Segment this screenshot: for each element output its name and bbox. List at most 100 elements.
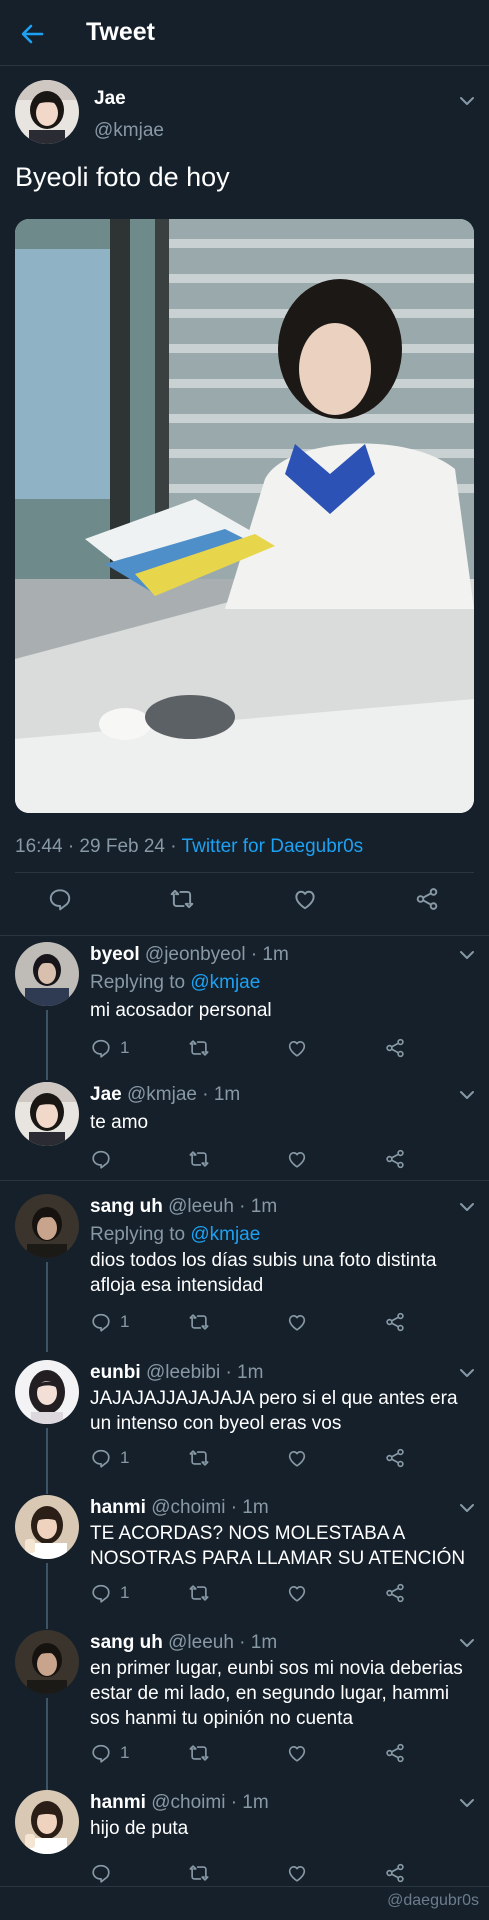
reply-tweet[interactable]: hanmi @choimi · 1m hijo de puta [0, 1790, 489, 1890]
divider [0, 1180, 489, 1181]
text-line: mi acosador personal [90, 1000, 272, 1021]
author-handle[interactable]: @kmjae [94, 120, 164, 142]
heart-icon[interactable] [286, 1862, 308, 1884]
text-line: sos hanmi tu opinión no cuenta [90, 1708, 354, 1729]
author-name[interactable]: eunbi [90, 1362, 141, 1383]
avatar[interactable] [15, 1630, 79, 1694]
share-icon[interactable] [384, 1148, 406, 1170]
share-icon[interactable] [414, 886, 440, 912]
retweet-icon[interactable] [188, 1862, 210, 1884]
divider [0, 1886, 489, 1887]
heart-icon[interactable] [286, 1037, 308, 1059]
author-handle[interactable]: @choimi · 1m [151, 1792, 268, 1813]
chevron-down-icon[interactable] [459, 1798, 475, 1808]
reply-tweet[interactable]: Jae @kmjae · 1m te amo [0, 1082, 489, 1182]
author-name[interactable]: hanmi [90, 1792, 146, 1813]
retweet-icon[interactable] [169, 886, 195, 912]
avatar[interactable] [15, 1790, 79, 1854]
reply-icon[interactable] [90, 1447, 112, 1469]
retweet-icon[interactable] [188, 1742, 210, 1764]
watermark: @daegubr0s [387, 1892, 479, 1909]
thread-line [46, 1262, 48, 1352]
author-name[interactable]: byeol [90, 944, 140, 965]
author-name[interactable]: sang uh [90, 1196, 163, 1217]
author-handle[interactable]: @leeuh · 1m [168, 1196, 277, 1217]
reply-header: hanmi @choimi · 1m [90, 1497, 269, 1519]
reply-tweet[interactable]: sang uh @leeuh · 1m Replying to @kmjae d… [0, 1194, 489, 1352]
reply-count: 1 [120, 1312, 130, 1331]
share-icon[interactable] [384, 1742, 406, 1764]
retweet-icon[interactable] [188, 1447, 210, 1469]
reply-icon[interactable] [90, 1742, 112, 1764]
reply-actions: 1 [90, 1447, 470, 1471]
chevron-down-icon[interactable] [459, 1202, 475, 1212]
reply-tweet[interactable]: eunbi @leebibi · 1m JAJAJAJJAJAJAJA pero… [0, 1360, 489, 1494]
chevron-down-icon[interactable] [459, 950, 475, 960]
reply-actions: 1 [90, 1582, 470, 1606]
retweet-icon[interactable] [188, 1037, 210, 1059]
reply-actions: 1 [90, 1311, 470, 1335]
chevron-down-icon[interactable] [459, 1638, 475, 1648]
mention-link[interactable]: @kmjae [190, 1224, 260, 1245]
share-icon[interactable] [384, 1447, 406, 1469]
heart-icon[interactable] [286, 1742, 308, 1764]
avatar[interactable] [15, 1082, 79, 1146]
avatar[interactable] [15, 1495, 79, 1559]
chevron-down-icon[interactable] [459, 96, 475, 106]
reply-icon[interactable] [90, 1311, 112, 1333]
reply-icon[interactable] [47, 886, 73, 912]
tweet-photo[interactable] [15, 219, 474, 813]
avatar[interactable] [15, 80, 79, 144]
reply-tweet[interactable]: hanmi @choimi · 1m TE ACORDAS? NOS MOLES… [0, 1495, 489, 1629]
reply-header: Jae @kmjae · 1m [90, 1084, 240, 1106]
reply-icon[interactable] [90, 1862, 112, 1884]
retweet-icon[interactable] [188, 1582, 210, 1604]
author-handle[interactable]: @jeonbyeol · 1m [145, 944, 289, 965]
author-name[interactable]: Jae [90, 1084, 122, 1105]
author-handle[interactable]: @choimi · 1m [151, 1497, 268, 1518]
reply-text: hijo de puta [90, 1816, 475, 1841]
retweet-icon[interactable] [188, 1148, 210, 1170]
author-name[interactable]: sang uh [90, 1632, 163, 1653]
avatar[interactable] [15, 1360, 79, 1424]
share-icon[interactable] [384, 1037, 406, 1059]
chevron-down-icon[interactable] [459, 1368, 475, 1378]
heart-icon[interactable] [286, 1148, 308, 1170]
arrow-left-icon[interactable] [18, 20, 46, 48]
reply-tweet[interactable]: sang uh @leeuh · 1m en primer lugar, eun… [0, 1630, 489, 1790]
share-icon[interactable] [384, 1862, 406, 1884]
heart-icon[interactable] [286, 1447, 308, 1469]
reply-icon[interactable] [90, 1148, 112, 1170]
avatar[interactable] [15, 1194, 79, 1258]
heart-icon[interactable] [292, 886, 318, 912]
share-icon[interactable] [384, 1311, 406, 1333]
heart-icon[interactable] [286, 1311, 308, 1333]
heart-icon[interactable] [286, 1582, 308, 1604]
text-line: estar de mi lado, en segundo lugar, hamm… [90, 1683, 450, 1704]
reply-count: 1 [120, 1743, 130, 1762]
chevron-down-icon[interactable] [459, 1090, 475, 1100]
author-handle[interactable]: @leeuh · 1m [168, 1632, 277, 1653]
author-handle[interactable]: @leebibi · 1m [146, 1362, 264, 1383]
text-line: afloja esa intensidad [90, 1275, 264, 1296]
replying-label: Replying to [90, 972, 191, 993]
top-bar: Tweet [0, 0, 489, 66]
chevron-down-icon[interactable] [459, 1503, 475, 1513]
author-handle[interactable]: @kmjae · 1m [127, 1084, 240, 1105]
reply-text: mi acosador personal [90, 998, 475, 1023]
retweet-icon[interactable] [188, 1311, 210, 1333]
author-name[interactable]: Jae [94, 88, 126, 110]
author-name[interactable]: hanmi [90, 1497, 146, 1518]
reply-icon[interactable] [90, 1582, 112, 1604]
reply-tweet[interactable]: byeol @jeonbyeol · 1m Replying to @kmjae… [0, 942, 489, 1080]
mention-link[interactable]: @kmjae [190, 972, 260, 993]
reply-actions [90, 1148, 470, 1172]
avatar[interactable] [15, 942, 79, 1006]
reply-actions: 1 [90, 1037, 470, 1061]
share-icon[interactable] [384, 1582, 406, 1604]
reply-icon[interactable] [90, 1037, 112, 1059]
tweet-source-link[interactable]: Twitter for Daegubr0s [182, 836, 364, 857]
replying-to: Replying to @kmjae [90, 1224, 260, 1246]
tweet-actions [0, 886, 489, 930]
reply-header: byeol @jeonbyeol · 1m [90, 944, 289, 966]
